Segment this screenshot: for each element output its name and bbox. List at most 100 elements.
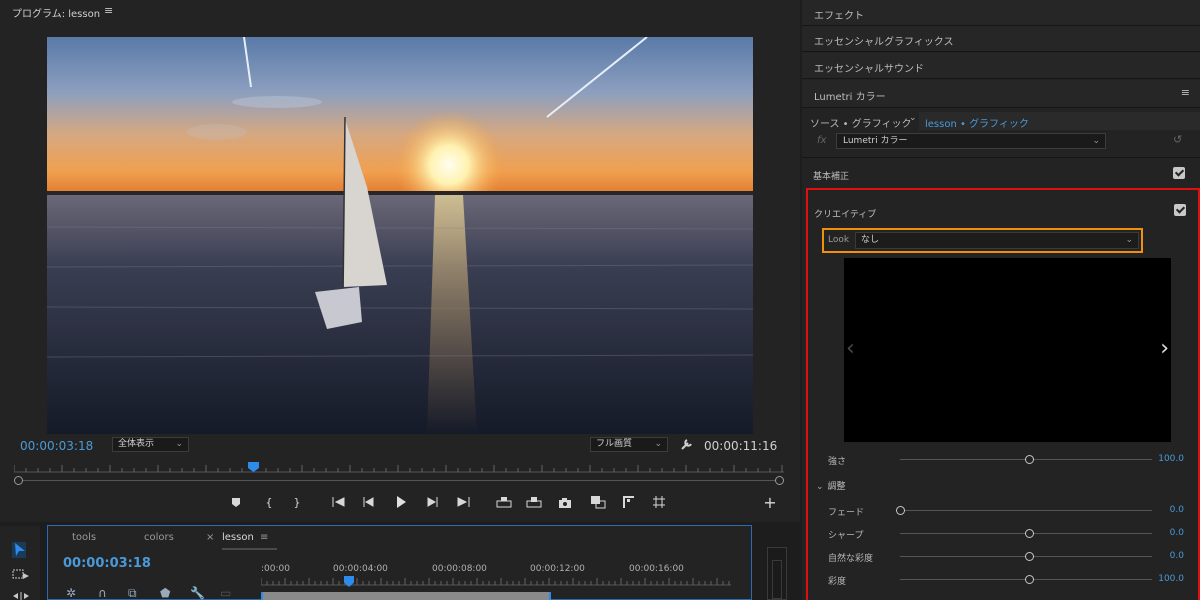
look-preview: ‹ ›: [844, 258, 1171, 442]
chevron-down-icon[interactable]: ⌄: [909, 113, 917, 123]
fx-icon[interactable]: fx: [817, 135, 826, 146]
track-select-tool-icon[interactable]: [12, 569, 30, 584]
saturation-slider: 彩度 100.0: [808, 571, 1198, 587]
sunset-sailboat-image: [47, 37, 753, 434]
overwrite-icon[interactable]: [618, 492, 640, 512]
program-time-ruler[interactable]: [14, 463, 784, 473]
slider-knob[interactable]: [1025, 455, 1034, 464]
go-to-out-icon[interactable]: [452, 492, 474, 512]
duration-timecode: 00:00:11:16: [704, 439, 778, 453]
wrench-icon[interactable]: [680, 437, 694, 454]
ruler-label: 00:00:08:00: [432, 564, 487, 574]
zoom-dropdown[interactable]: 全体表示 ⌄: [112, 437, 189, 452]
add-marker-icon[interactable]: [225, 492, 247, 512]
effects-panel-header[interactable]: エフェクト: [802, 0, 1200, 26]
add-button-icon[interactable]: +: [759, 492, 781, 512]
source-label[interactable]: ソース • グラフィック: [810, 115, 912, 130]
timeline-timecode[interactable]: 00:00:03:18: [63, 556, 151, 571]
chevron-down-icon: ⌄: [816, 482, 824, 492]
saturation-label: 彩度: [828, 577, 847, 587]
effects-label: エフェクト: [814, 11, 864, 22]
scrollbar-right-handle[interactable]: [775, 476, 784, 485]
creative-section: クリエイティブ Look なし ⌄ ‹ › 強さ 100.0 ⌄調整 フェード: [806, 188, 1200, 600]
go-to-in-icon[interactable]: [328, 492, 350, 512]
step-back-icon[interactable]: [358, 492, 380, 512]
zoom-value: 全体表示: [118, 439, 155, 449]
camera-icon[interactable]: [554, 492, 576, 512]
extract-icon[interactable]: [523, 492, 545, 512]
timeline-menu-icon[interactable]: ≡: [260, 532, 268, 543]
snap-icon[interactable]: ✲: [66, 586, 76, 600]
essential-graphics-header[interactable]: エッセンシャルグラフィックス: [802, 26, 1200, 52]
timeline-panel: tools colors × lesson ≡ 00:00:03:18 :00:…: [47, 525, 752, 600]
slider-track[interactable]: [900, 510, 1152, 511]
tab-tools[interactable]: tools: [72, 532, 96, 543]
transport-controls: { } +: [0, 492, 800, 514]
lumetri-menu-icon[interactable]: ≡: [1181, 86, 1190, 99]
chevron-left-icon[interactable]: ‹: [846, 336, 855, 361]
fade-value[interactable]: 0.0: [1170, 505, 1184, 515]
close-tab-icon[interactable]: ×: [206, 532, 214, 543]
tab-lesson[interactable]: lesson: [222, 532, 254, 543]
look-label: Look: [828, 235, 850, 245]
linked-selection-icon[interactable]: ⧉: [128, 586, 137, 600]
mark-in-icon[interactable]: {: [258, 492, 280, 512]
effect-select-value: Lumetri カラー: [843, 136, 908, 146]
program-zoom-scrollbar[interactable]: [14, 476, 784, 486]
current-timecode[interactable]: 00:00:03:18: [20, 439, 93, 453]
mark-out-icon[interactable]: }: [286, 492, 308, 512]
video-clip[interactable]: [261, 592, 551, 600]
selection-tool-icon[interactable]: [9, 540, 29, 561]
add-marker-icon[interactable]: ⬟: [160, 586, 170, 600]
slider-knob[interactable]: [1025, 529, 1034, 538]
step-forward-icon[interactable]: [421, 492, 443, 512]
play-icon[interactable]: [390, 492, 412, 512]
tab-colors[interactable]: colors: [144, 532, 174, 543]
chevron-down-icon: ⌄: [1092, 136, 1100, 146]
adjust-header[interactable]: ⌄ 調整: [816, 479, 846, 492]
vibrance-value[interactable]: 0.0: [1170, 551, 1184, 561]
intensity-value[interactable]: 100.0: [1158, 454, 1184, 464]
effect-select[interactable]: Lumetri カラー ⌄: [836, 133, 1106, 149]
insert-icon[interactable]: [587, 492, 609, 512]
look-dropdown[interactable]: なし ⌄: [855, 232, 1139, 249]
sharpen-value[interactable]: 0.0: [1170, 528, 1184, 538]
slider-knob[interactable]: [1025, 552, 1034, 561]
captions-icon[interactable]: ▭: [220, 586, 231, 600]
basic-correction-checkbox[interactable]: [1173, 167, 1185, 179]
reset-icon[interactable]: ↺: [1173, 133, 1182, 146]
audio-meter: [767, 547, 787, 600]
safe-margins-icon[interactable]: [648, 492, 670, 512]
sharpen-label: シャープ: [828, 531, 864, 541]
lumetri-color-header[interactable]: Lumetri カラー ≡: [802, 80, 1200, 108]
sharpen-slider: シャープ 0.0: [808, 525, 1198, 541]
creative-label[interactable]: クリエイティブ: [814, 207, 876, 220]
quality-value: フル画質: [596, 439, 633, 449]
magnet-icon[interactable]: ∩: [98, 586, 107, 600]
basic-correction-section[interactable]: 基本補正: [802, 157, 1200, 183]
right-panel: エフェクト エッセンシャルグラフィックス エッセンシャルサウンド Lumetri…: [802, 0, 1200, 600]
video-frame: [47, 37, 753, 434]
vibrance-label: 自然な彩度: [828, 554, 874, 564]
look-highlight: Look なし ⌄: [822, 228, 1143, 253]
sequence-label[interactable]: lesson • グラフィック: [925, 115, 1029, 130]
program-menu-icon[interactable]: ≡: [104, 4, 113, 17]
slider-knob[interactable]: [1025, 575, 1034, 584]
ruler-label: 00:00:12:00: [530, 564, 585, 574]
timeline-ruler[interactable]: [261, 576, 731, 586]
adjust-label: 調整: [827, 482, 846, 492]
wrench-icon[interactable]: 🔧: [190, 586, 205, 600]
saturation-value[interactable]: 100.0: [1158, 574, 1184, 584]
essential-sound-header[interactable]: エッセンシャルサウンド: [802, 53, 1200, 79]
scrollbar-left-handle[interactable]: [14, 476, 23, 485]
ripple-edit-tool-icon[interactable]: [12, 592, 30, 600]
slider-knob[interactable]: [896, 506, 905, 515]
creative-checkbox[interactable]: [1174, 204, 1186, 216]
chevron-down-icon: ⌄: [1125, 235, 1133, 245]
quality-dropdown[interactable]: フル画質 ⌄: [590, 437, 668, 452]
ruler-label: :00:00: [261, 564, 290, 574]
chevron-right-icon[interactable]: ›: [1160, 336, 1169, 361]
essential-graphics-label: エッセンシャルグラフィックス: [814, 37, 954, 48]
lift-icon[interactable]: [493, 492, 515, 512]
vibrance-slider: 自然な彩度 0.0: [808, 548, 1198, 564]
